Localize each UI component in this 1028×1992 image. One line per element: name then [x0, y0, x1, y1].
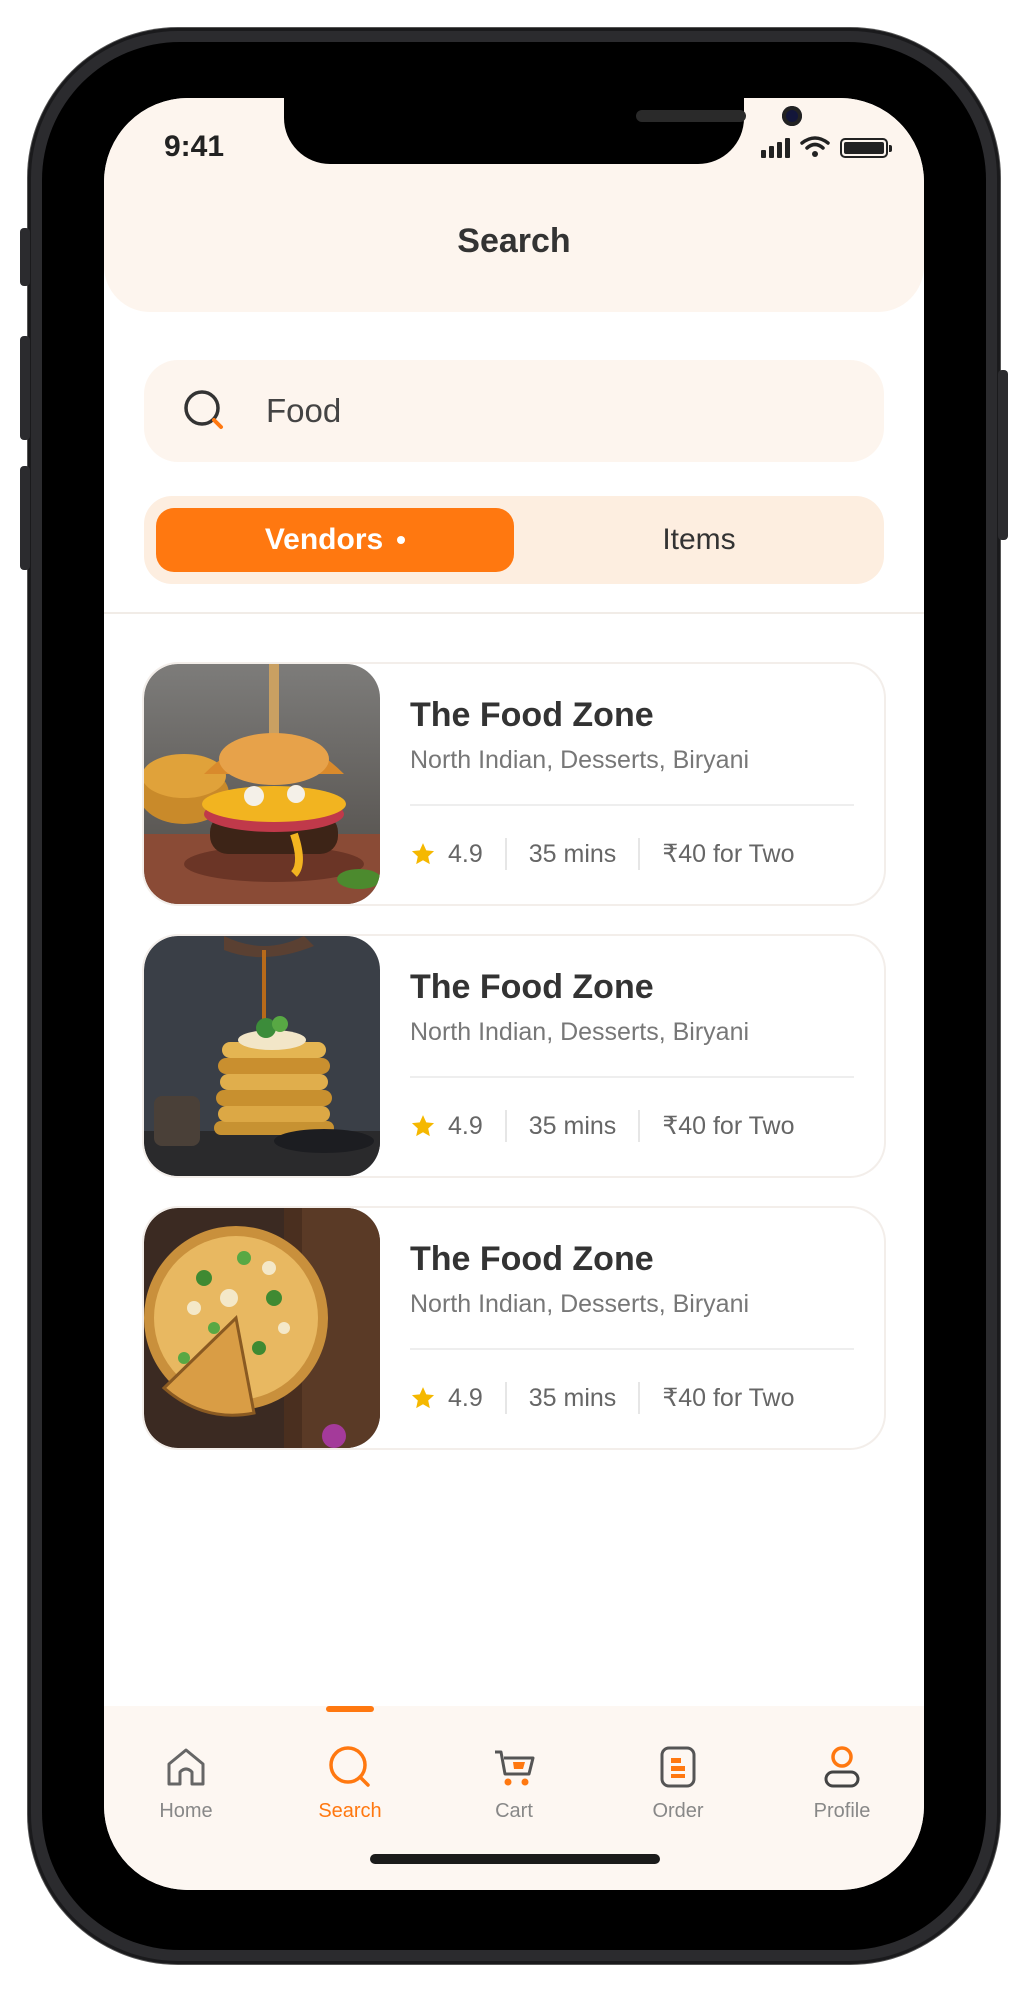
tab-profile[interactable]: Profile [760, 1706, 924, 1826]
vendor-price: ₹40 for Two [662, 840, 795, 868]
status-icons [761, 134, 892, 158]
vendor-image-burger [144, 664, 380, 904]
vendor-delivery-time: 35 mins [528, 1111, 617, 1140]
section-divider [104, 612, 924, 614]
meta-divider [504, 1382, 507, 1414]
vendor-price: ₹40 for Two [662, 1384, 795, 1412]
active-dot-icon [397, 536, 406, 544]
meta-divider [638, 1110, 641, 1142]
tab-items[interactable]: Items [514, 508, 884, 572]
vendor-rating: 4.9 [448, 1111, 483, 1140]
vendor-meta: 4.9 35 mins ₹40 for Two [410, 1106, 860, 1146]
meta-divider [504, 838, 507, 870]
search-icon [329, 1746, 370, 1787]
tab-profile-label: Profile [813, 1800, 871, 1822]
vendor-card[interactable]: The Food Zone North Indian, Desserts, Bi… [144, 664, 884, 904]
vendor-rating: 4.9 [448, 1383, 483, 1412]
meta-divider [504, 1110, 507, 1142]
tab-order[interactable]: Order [596, 1706, 760, 1826]
vendor-name: The Food Zone [410, 696, 654, 734]
tab-order-label: Order [652, 1800, 704, 1822]
vendor-meta: 4.9 35 mins ₹40 for Two [410, 834, 860, 874]
vendor-card[interactable]: The Food Zone North Indian, Desserts, Bi… [144, 936, 884, 1176]
front-camera [782, 106, 802, 126]
volume-down-button [20, 466, 30, 570]
tab-vendors-label: Vendors [264, 523, 384, 556]
speaker [636, 110, 746, 122]
vendor-delivery-time: 35 mins [528, 1383, 617, 1412]
cart-icon [495, 1750, 535, 1786]
page-title: Search [457, 222, 571, 260]
cellular-signal-icon [761, 136, 790, 158]
tab-vendors[interactable]: Vendors [156, 508, 514, 572]
vendor-image-pizza [144, 1208, 380, 1448]
vendor-cuisine: North Indian, Desserts, Biryani [410, 1290, 750, 1318]
order-icon [660, 1746, 696, 1788]
tab-home[interactable]: Home [104, 1706, 268, 1826]
tab-cart-label: Cart [495, 1800, 533, 1822]
segment-control: Vendors Items [144, 496, 884, 584]
battery-icon [840, 138, 892, 158]
tab-home-label: Home [159, 1800, 213, 1822]
tab-search[interactable]: Search [268, 1706, 432, 1826]
search-input-value[interactable]: Food [266, 392, 341, 430]
vendor-cuisine: North Indian, Desserts, Biryani [410, 1018, 750, 1046]
notch [284, 98, 802, 164]
vendor-price: ₹40 for Two [662, 1112, 795, 1140]
home-indicator[interactable] [370, 1854, 660, 1864]
profile-icon [824, 1746, 860, 1788]
power-button [998, 370, 1008, 540]
vendor-meta: 4.9 35 mins ₹40 for Two [410, 1378, 860, 1418]
vendor-rating: 4.9 [448, 839, 483, 868]
home-icon [167, 1748, 205, 1786]
tab-search-label: Search [318, 1800, 382, 1822]
wifi-icon [800, 136, 830, 157]
search-input[interactable]: Food [144, 360, 884, 462]
mute-switch [20, 228, 30, 286]
card-divider [410, 1076, 854, 1078]
active-tab-indicator [326, 1706, 374, 1712]
star-icon [411, 1387, 435, 1409]
volume-up-button [20, 336, 30, 440]
tab-items-label: Items [662, 523, 736, 556]
tab-cart[interactable]: Cart [432, 1706, 596, 1826]
vendor-card[interactable]: The Food Zone North Indian, Desserts, Bi… [144, 1208, 884, 1448]
search-icon [184, 390, 223, 429]
vendor-image-pancakes [144, 936, 380, 1176]
vendor-name: The Food Zone [410, 1240, 654, 1278]
star-icon [411, 1115, 435, 1137]
app-screen: 9:41 Search Food Vendors Items The Food … [104, 98, 924, 1890]
star-icon [411, 843, 435, 865]
card-divider [410, 1348, 854, 1350]
vendor-delivery-time: 35 mins [528, 839, 617, 868]
status-time: 9:41 [164, 130, 225, 163]
vendor-cuisine: North Indian, Desserts, Biryani [410, 746, 750, 774]
meta-divider [638, 838, 641, 870]
vendor-name: The Food Zone [410, 968, 654, 1006]
meta-divider [638, 1382, 641, 1414]
card-divider [410, 804, 854, 806]
